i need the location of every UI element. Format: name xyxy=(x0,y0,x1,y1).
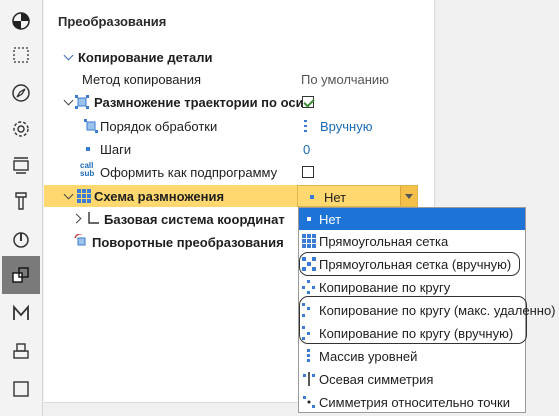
processing-order-value[interactable]: Вручную xyxy=(320,119,372,134)
panel-title: Преобразования xyxy=(58,14,167,29)
frame-icon[interactable] xyxy=(4,148,38,182)
call-sub-icon: call sub xyxy=(80,161,95,178)
chevron-down-icon[interactable] xyxy=(63,50,74,61)
multiply-scheme-row[interactable]: Схема размножения xyxy=(44,185,297,207)
option-point-symmetry[interactable]: Симметрия относительно точки xyxy=(299,391,525,413)
gear-icon[interactable] xyxy=(4,112,38,146)
multiply-scheme-label: Схема размножения xyxy=(94,189,225,204)
pie-icon[interactable] xyxy=(4,4,38,38)
steps-value[interactable]: 0 xyxy=(303,142,310,157)
trajectory-multiply-checkbox[interactable] xyxy=(302,96,315,108)
circle-copy-icon xyxy=(302,280,316,294)
option-label: Массив уровней xyxy=(319,349,418,364)
level-array-icon xyxy=(302,349,316,363)
option-none[interactable]: Нет xyxy=(299,208,525,230)
left-toolbar xyxy=(0,0,43,416)
point-symmetry-icon xyxy=(302,395,316,409)
rotation-icon xyxy=(74,233,90,248)
grid-icon xyxy=(77,189,91,203)
multiply-scheme-combobox[interactable]: Нет xyxy=(297,185,418,207)
option-label: Прямоугольная сетка xyxy=(319,234,449,249)
processing-order-label: Порядок обработки xyxy=(100,119,218,134)
dotted-square-icon[interactable] xyxy=(4,38,38,72)
manual-order-icon xyxy=(304,120,314,132)
stack-icon[interactable] xyxy=(4,334,38,368)
chevron-down-icon[interactable] xyxy=(63,95,74,106)
trajectory-icon xyxy=(75,95,89,109)
steps-row[interactable]: Шаги 0 xyxy=(44,138,434,160)
trajectory-multiply-row[interactable]: Размножение траектории по оси xyxy=(44,91,434,113)
base-cs-label: Базовая система координат xyxy=(104,212,285,227)
subprogram-checkbox[interactable] xyxy=(302,166,314,178)
combo-value-icon xyxy=(310,195,314,199)
tool-icon[interactable] xyxy=(4,184,38,218)
dropdown-arrow-icon[interactable] xyxy=(400,186,417,206)
combo-value: Нет xyxy=(324,190,347,205)
trajectory-multiply-label: Размножение траектории по оси xyxy=(94,95,304,110)
steps-icon xyxy=(86,147,90,151)
subprogram-row[interactable]: call sub Оформить как подпрограмму xyxy=(44,161,434,183)
axial-symmetry-icon xyxy=(302,372,316,386)
option-label: Копирование по кругу xyxy=(319,280,451,295)
compass-icon[interactable] xyxy=(4,76,38,110)
copy-method-label: Метод копирования xyxy=(82,72,202,87)
option-label: Осевая симметрия xyxy=(319,372,434,387)
order-icon xyxy=(84,119,98,133)
option-label: Симметрия относительно точки xyxy=(319,395,510,410)
copy-method-row[interactable]: Метод копирования По умолчанию xyxy=(44,68,434,90)
option-circle-copy[interactable]: Копирование по кругу xyxy=(299,276,525,298)
rotations-label: Поворотные преобразования xyxy=(92,235,284,250)
copy-part-label: Копирование детали xyxy=(78,50,213,65)
drop-icon[interactable] xyxy=(4,222,38,256)
chevron-down-icon[interactable] xyxy=(63,189,74,200)
transform-icon[interactable] xyxy=(2,256,40,294)
copy-part-section[interactable]: Копирование детали xyxy=(44,46,434,68)
axes-icon xyxy=(86,211,100,225)
grid-icon xyxy=(302,234,316,248)
option-label: Нет xyxy=(319,212,342,227)
option-axial-symmetry[interactable]: Осевая симметрия xyxy=(299,368,525,390)
option-level-array[interactable]: Массив уровней xyxy=(299,345,525,367)
square-icon[interactable] xyxy=(4,372,38,406)
none-icon xyxy=(302,212,316,226)
copy-method-value[interactable]: По умолчанию xyxy=(301,72,389,87)
processing-order-row[interactable]: Порядок обработки Вручную xyxy=(44,115,434,137)
highlight-ring xyxy=(299,252,520,276)
m-icon[interactable] xyxy=(4,296,38,330)
chevron-right-icon[interactable] xyxy=(71,213,82,224)
option-rect-grid[interactable]: Прямоугольная сетка xyxy=(299,230,525,252)
subprogram-label: Оформить как подпрограмму xyxy=(100,165,278,180)
highlight-ring xyxy=(299,296,527,344)
steps-label: Шаги xyxy=(100,142,132,157)
